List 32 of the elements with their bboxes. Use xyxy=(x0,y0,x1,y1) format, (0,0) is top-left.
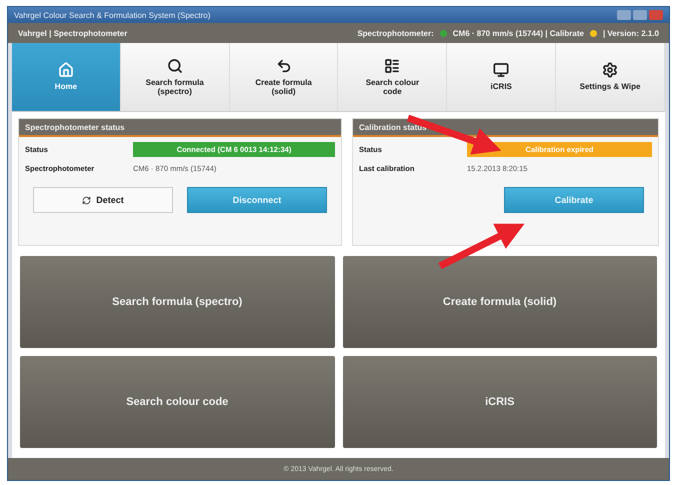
search-icon xyxy=(166,58,183,74)
panel-header: Spectrophotometer status xyxy=(19,119,341,137)
tile-button[interactable]: Search formula (spectro) xyxy=(20,256,334,348)
nav-tab[interactable]: Create formula (solid) xyxy=(230,43,338,111)
header-title: Vahrgel | Spectrophotometer xyxy=(18,28,128,38)
warning-dot xyxy=(590,30,597,36)
nav-tab[interactable]: Settings & Wipe xyxy=(556,43,665,111)
tile-button[interactable]: iCRIS xyxy=(342,356,657,448)
refresh-icon xyxy=(82,196,92,204)
version-text: | Version: 2.1.0 xyxy=(602,28,659,38)
device-info: CM6 · 870 mm/s (15744) | Calibrate xyxy=(452,28,584,38)
primary-button[interactable]: Calibrate xyxy=(504,187,644,213)
nav-tab[interactable]: Search formula (spectro) xyxy=(120,43,230,111)
home-icon xyxy=(58,62,74,78)
nav-tab[interactable]: iCRIS xyxy=(447,43,556,111)
list-icon xyxy=(384,58,400,74)
panel-header: Calibration status xyxy=(353,119,658,137)
detect-button[interactable]: Detect xyxy=(33,187,173,213)
close-button[interactable] xyxy=(649,10,663,20)
nav-tab[interactable]: Home xyxy=(12,43,121,111)
undo-arrow-icon xyxy=(276,58,292,74)
status-dot xyxy=(440,30,447,36)
monitor-icon xyxy=(493,62,510,78)
window-title: Vahrgel Colour Search & Formulation System (Spectro) xyxy=(14,10,210,20)
device-label: Spectrophotometer: xyxy=(357,28,434,38)
primary-button[interactable]: Disconnect xyxy=(187,187,327,213)
tile-button[interactable]: Search colour code xyxy=(20,356,334,448)
maximize-button[interactable] xyxy=(633,10,647,20)
nav-tab[interactable]: Search colour code xyxy=(338,43,448,111)
tile-button[interactable]: Create formula (solid) xyxy=(342,256,657,348)
minimize-button[interactable] xyxy=(617,10,631,20)
settings-icon xyxy=(602,62,618,78)
